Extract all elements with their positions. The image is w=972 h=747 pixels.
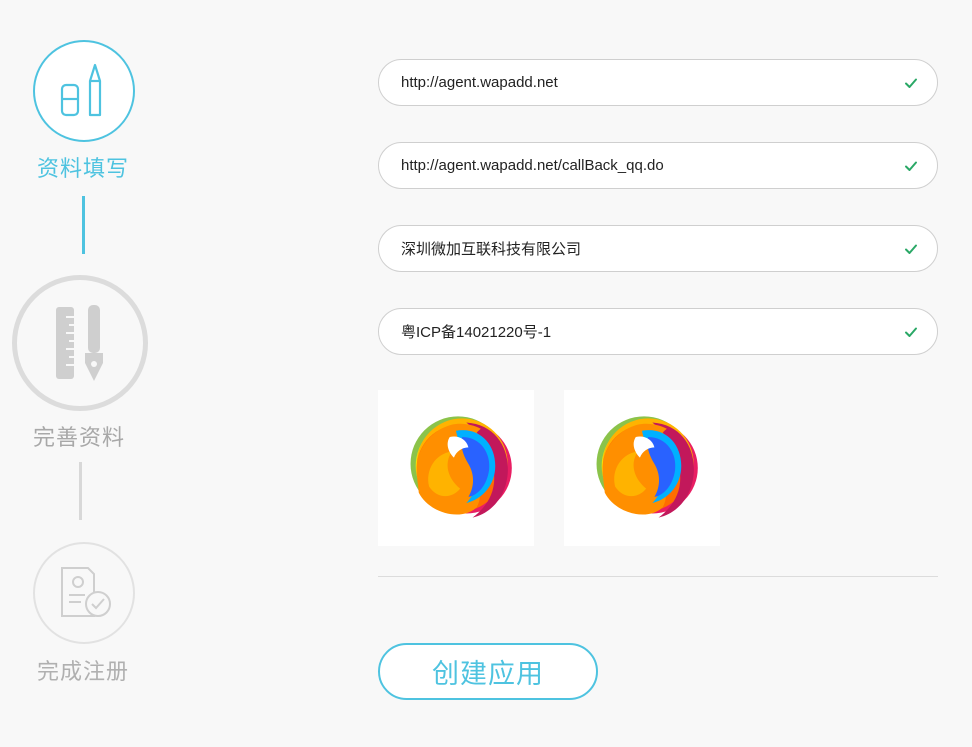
company-name-input[interactable] [401, 233, 895, 264]
ruler-pen-icon [56, 305, 103, 381]
step-label-fill-info: 资料填写 [37, 156, 130, 181]
check-icon [905, 244, 917, 254]
callback-url-field-wrapper [378, 142, 938, 189]
form-divider [378, 576, 938, 577]
create-app-button[interactable]: 创建应用 [378, 643, 598, 700]
pencil-eraser-icon [60, 63, 102, 117]
site-url-input[interactable] [401, 67, 895, 98]
app-logo-icon [410, 416, 512, 518]
step-connector-1 [82, 196, 85, 254]
site-url-field-wrapper [378, 59, 938, 106]
step-label-complete-info: 完善资料 [33, 425, 126, 450]
icp-field-wrapper [378, 308, 938, 355]
check-icon [905, 78, 917, 88]
app-logo-icon [596, 416, 698, 518]
step-label-finish-register: 完成注册 [37, 659, 130, 684]
icp-number-input[interactable] [401, 316, 895, 347]
step-finish-register [33, 542, 135, 644]
company-field-wrapper [378, 225, 938, 272]
check-icon [905, 161, 917, 171]
step-connector-2 [79, 462, 82, 520]
logo-upload-large[interactable] [378, 390, 534, 546]
document-check-icon [61, 567, 111, 617]
step-complete-info [12, 275, 148, 411]
step-fill-info [33, 40, 135, 142]
callback-url-input[interactable] [401, 150, 895, 181]
check-icon [905, 327, 917, 337]
logo-upload-small[interactable] [564, 390, 720, 546]
